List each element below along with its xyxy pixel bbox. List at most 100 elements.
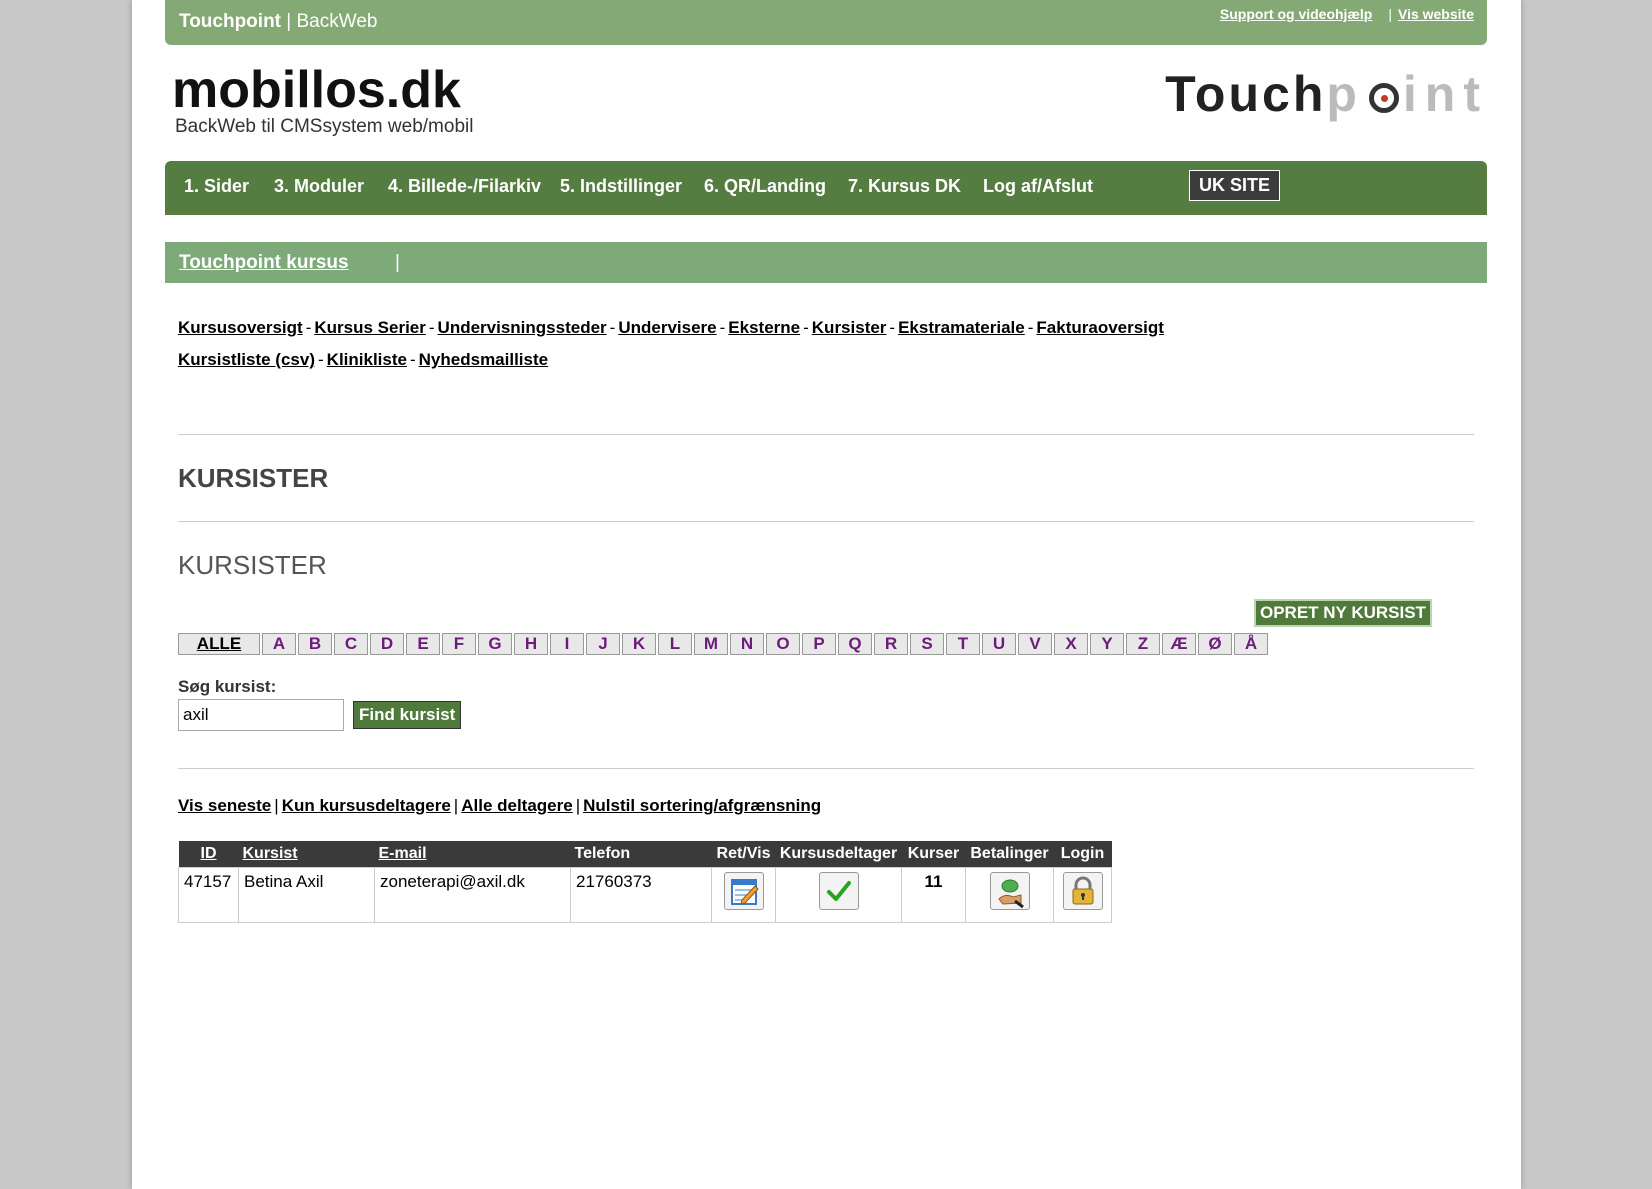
alphabet-letter[interactable]: K — [622, 633, 656, 655]
filter-separator: | — [575, 796, 581, 815]
alphabet-letter[interactable]: M — [694, 633, 728, 655]
col-telefon: Telefon — [570, 841, 712, 868]
section-header: Touchpoint kursus | — [165, 242, 1487, 283]
logo-main: mobillos.dk — [172, 61, 461, 119]
divider — [178, 521, 1474, 522]
sort-email-link[interactable]: E-mail — [379, 845, 427, 862]
alphabet-letter[interactable]: V — [1018, 633, 1052, 655]
cell-email: zoneterapi@axil.dk — [374, 867, 571, 923]
alphabet-letter[interactable]: P — [802, 633, 836, 655]
dash: - — [409, 350, 416, 369]
alphabet-letter[interactable]: G — [478, 633, 512, 655]
col-kursist[interactable]: Kursist — [238, 841, 375, 868]
alphabet-letter[interactable]: Y — [1090, 633, 1124, 655]
filter-kun-kursusdeltagere[interactable]: Kun kursusdeltagere — [282, 796, 451, 815]
alphabet-letter[interactable]: L — [658, 633, 692, 655]
link-kursister[interactable]: Kursister — [812, 318, 887, 337]
alphabet-letter[interactable]: Z — [1126, 633, 1160, 655]
alphabet-letter[interactable]: A — [262, 633, 296, 655]
alphabet-letter[interactable]: J — [586, 633, 620, 655]
alphabet-letter[interactable]: Q — [838, 633, 872, 655]
filter-alle-deltagere[interactable]: Alle deltagere — [461, 796, 573, 815]
search-label: Søg kursist: — [178, 677, 277, 696]
alphabet-letter[interactable]: Ø — [1198, 633, 1232, 655]
cell-betalinger — [965, 867, 1054, 923]
alphabet-letter[interactable]: T — [946, 633, 980, 655]
link-kursusoversigt[interactable]: Kursusoversigt — [178, 318, 303, 337]
nav-item-moduler[interactable]: 3. Moduler — [274, 176, 364, 197]
target-icon — [1368, 83, 1399, 113]
dash: - — [609, 318, 616, 337]
alphabet-letter[interactable]: C — [334, 633, 368, 655]
logo-sub: BackWeb til CMSsystem web/mobil — [175, 116, 474, 137]
filter-vis-seneste[interactable]: Vis seneste — [178, 796, 271, 815]
top-links: Support og videohjælp | Vis website — [1220, 6, 1474, 22]
link-undervisere[interactable]: Undervisere — [618, 318, 716, 337]
support-link[interactable]: Support og videohjælp — [1220, 6, 1372, 22]
alphabet-letter[interactable]: B — [298, 633, 332, 655]
nav-item-qr-landing[interactable]: 6. QR/Landing — [704, 176, 826, 197]
edit-icon[interactable] — [723, 872, 764, 910]
link-undervisningssteder[interactable]: Undervisningssteder — [438, 318, 607, 337]
link-eksterne[interactable]: Eksterne — [728, 318, 800, 337]
payment-icon[interactable] — [989, 872, 1030, 910]
create-kursist-button[interactable]: OPRET NY KURSIST — [1254, 599, 1432, 627]
link-fakturaoversigt[interactable]: Fakturaoversigt — [1036, 318, 1164, 337]
cell-telefon: 21760373 — [570, 867, 712, 923]
link-kursistliste-csv[interactable]: Kursistliste (csv) — [178, 350, 315, 369]
cell-id: 47157 — [178, 867, 239, 923]
col-login: Login — [1053, 841, 1112, 868]
alphabet-letter[interactable]: S — [910, 633, 944, 655]
col-kurser: Kurser — [901, 841, 966, 868]
checkmark-icon[interactable] — [818, 872, 859, 910]
nav-item-log-af[interactable]: Log af/Afslut — [983, 176, 1093, 197]
alphabet-letter[interactable]: O — [766, 633, 800, 655]
col-id[interactable]: ID — [178, 841, 239, 868]
lock-icon[interactable] — [1062, 872, 1103, 910]
alphabet-letter[interactable]: X — [1054, 633, 1088, 655]
table-row: 47157 Betina Axil zoneterapi@axil.dk 217… — [178, 867, 1112, 923]
nav-item-kursus-dk[interactable]: 7. Kursus DK — [848, 176, 961, 197]
table-header-row: ID Kursist E-mail Telefon Ret/Vis Kursus… — [178, 841, 1112, 868]
alphabet-letter[interactable]: R — [874, 633, 908, 655]
col-kursusdeltager: Kursusdeltager — [775, 841, 902, 868]
alphabet-letter[interactable]: N — [730, 633, 764, 655]
brand-title: Touchpoint | BackWeb — [179, 11, 377, 33]
col-email[interactable]: E-mail — [374, 841, 571, 868]
website-link[interactable]: Vis website — [1398, 6, 1474, 22]
dash: - — [305, 318, 312, 337]
link-ekstramateriale[interactable]: Ekstramateriale — [898, 318, 1025, 337]
link-kursus-serier[interactable]: Kursus Serier — [314, 318, 426, 337]
link-nyhedsmailliste[interactable]: Nyhedsmailliste — [419, 350, 548, 369]
filter-nulstil[interactable]: Nulstil sortering/afgrænsning — [583, 796, 821, 815]
sub-nav-row-1: Kursusoversigt - Kursus Serier - Undervisnin… — [178, 312, 1438, 344]
alphabet-letter[interactable]: I — [550, 633, 584, 655]
sort-kursist-link[interactable]: Kursist — [243, 845, 298, 862]
brand-bold: Touchpoint — [179, 11, 282, 32]
nav-item-indstillinger[interactable]: 5. Indstillinger — [560, 176, 682, 197]
dash: - — [803, 318, 809, 337]
touchpoint-kursus-link[interactable]: Touchpoint kursus — [179, 252, 349, 274]
tp-logo-dark: Touch — [1165, 66, 1327, 122]
link-klinikliste[interactable]: Klinikliste — [327, 350, 407, 369]
find-kursist-button[interactable]: Find kursist — [353, 701, 462, 729]
alphabet-letter[interactable]: H — [514, 633, 548, 655]
alphabet-letter[interactable]: Æ — [1162, 633, 1196, 655]
filter-separator: | — [453, 796, 459, 815]
dash: - — [428, 318, 435, 337]
alphabet-letter[interactable]: F — [442, 633, 476, 655]
nav-item-sider[interactable]: 1. Sider — [184, 176, 249, 197]
mobillos-logo: mobillos.dk BackWeb til CMSsystem web/mo… — [172, 62, 473, 138]
alphabet-letter[interactable]: E — [406, 633, 440, 655]
alphabet-letter[interactable]: Å — [1234, 633, 1268, 655]
search-input[interactable] — [178, 699, 344, 731]
alphabet-letter[interactable]: U — [982, 633, 1016, 655]
alphabet-letter[interactable]: D — [370, 633, 404, 655]
top-bar: Touchpoint | BackWeb Support og videohjæ… — [165, 0, 1487, 45]
brand-rest: | BackWeb — [281, 11, 378, 32]
sort-id-link[interactable]: ID — [201, 845, 217, 862]
uk-site-button[interactable]: UK SITE — [1189, 170, 1281, 201]
page: Touchpoint | BackWeb Support og videohjæ… — [132, 0, 1521, 1189]
alphabet-all[interactable]: ALLE — [178, 633, 260, 655]
nav-item-filarkiv[interactable]: 4. Billede-/Filarkiv — [388, 176, 541, 197]
